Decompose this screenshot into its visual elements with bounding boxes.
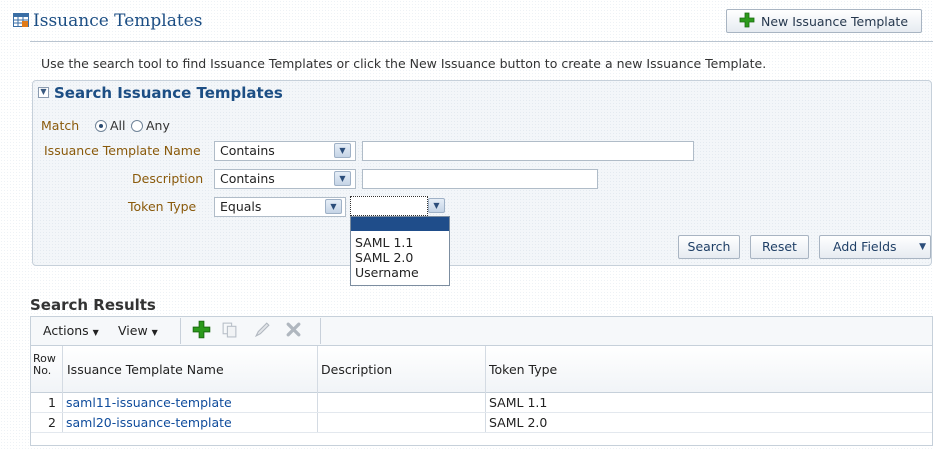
add-fields-button[interactable]: Add Fields ▼ (819, 235, 931, 259)
caret-down-icon: ▼ (151, 328, 158, 337)
column-header-token-type[interactable]: Token Type (489, 362, 557, 377)
template-name-link[interactable]: saml20-issuance-template (66, 415, 232, 430)
column-header-row-no: Row No. (33, 353, 56, 377)
view-menu[interactable]: View ▼ (118, 323, 158, 338)
duplicate-icon[interactable] (221, 321, 238, 341)
column-header-description[interactable]: Description (321, 362, 392, 377)
chevron-down-icon[interactable]: ▼ (325, 199, 342, 214)
token-type-option-saml20[interactable]: SAML 2.0 (351, 250, 449, 265)
token-type-option-username[interactable]: Username (351, 265, 449, 280)
chevron-down-icon[interactable]: ▼ (428, 198, 445, 213)
page-title: Issuance Templates (33, 11, 203, 31)
chevron-down-icon[interactable]: ▼ (334, 171, 351, 186)
row-no-line2: No. (33, 364, 52, 377)
actions-menu[interactable]: Actions ▼ (43, 323, 99, 338)
token-type-label: Token Type (128, 199, 197, 214)
match-all-radio[interactable] (95, 120, 107, 132)
caret-down-icon: ▼ (92, 328, 99, 337)
reset-button[interactable]: Reset (750, 235, 809, 259)
template-name-operator-value: Contains (220, 143, 275, 158)
match-any-radio[interactable] (131, 120, 143, 132)
search-section-title: Search Issuance Templates (54, 84, 283, 102)
match-any-label: Any (146, 118, 170, 133)
toolbar-separator (180, 318, 181, 344)
row-token-type: SAML 1.1 (489, 395, 548, 410)
toolbar-separator (320, 318, 321, 344)
actions-label: Actions (43, 323, 89, 338)
template-name-label: Issuance Template Name (44, 143, 201, 158)
row-number: 2 (48, 415, 56, 430)
description-label: Description (132, 171, 204, 186)
token-type-option-empty[interactable] (351, 217, 449, 231)
token-type-value-select[interactable] (350, 196, 428, 216)
column-header-name[interactable]: Issuance Template Name (67, 362, 224, 377)
token-type-options-list: SAML 1.1 SAML 2.0 Username (350, 216, 450, 286)
match-all-label: All (110, 118, 126, 133)
results-toolbar (30, 316, 933, 346)
issuance-templates-icon (13, 12, 29, 28)
new-issuance-template-label: New Issuance Template (761, 13, 909, 29)
search-results-title: Search Results (30, 296, 156, 314)
view-label: View (118, 323, 148, 338)
match-label: Match (41, 118, 80, 133)
description-operator-value: Contains (220, 171, 275, 186)
caret-down-icon: ▼ (919, 242, 926, 252)
instructions-text: Use the search tool to find Issuance Tem… (41, 56, 767, 71)
new-issuance-template-button[interactable]: New Issuance Template (726, 9, 922, 33)
delete-icon[interactable] (285, 321, 302, 341)
description-input[interactable] (362, 169, 598, 189)
search-button[interactable]: Search (678, 235, 740, 259)
add-icon[interactable] (192, 320, 211, 342)
header-divider (30, 41, 933, 42)
chevron-down-icon[interactable]: ▼ (334, 143, 351, 158)
token-type-option-saml11[interactable]: SAML 1.1 (351, 235, 449, 250)
collapse-toggle-icon[interactable]: ▼ (38, 87, 49, 98)
template-name-link[interactable]: saml11-issuance-template (66, 395, 232, 410)
row-number: 1 (48, 395, 56, 410)
add-icon (739, 12, 755, 31)
row-token-type: SAML 2.0 (489, 415, 548, 430)
token-type-operator-value: Equals (220, 199, 262, 214)
template-name-input[interactable] (362, 141, 694, 161)
add-fields-label: Add Fields (833, 239, 897, 254)
edit-icon[interactable] (254, 321, 271, 341)
